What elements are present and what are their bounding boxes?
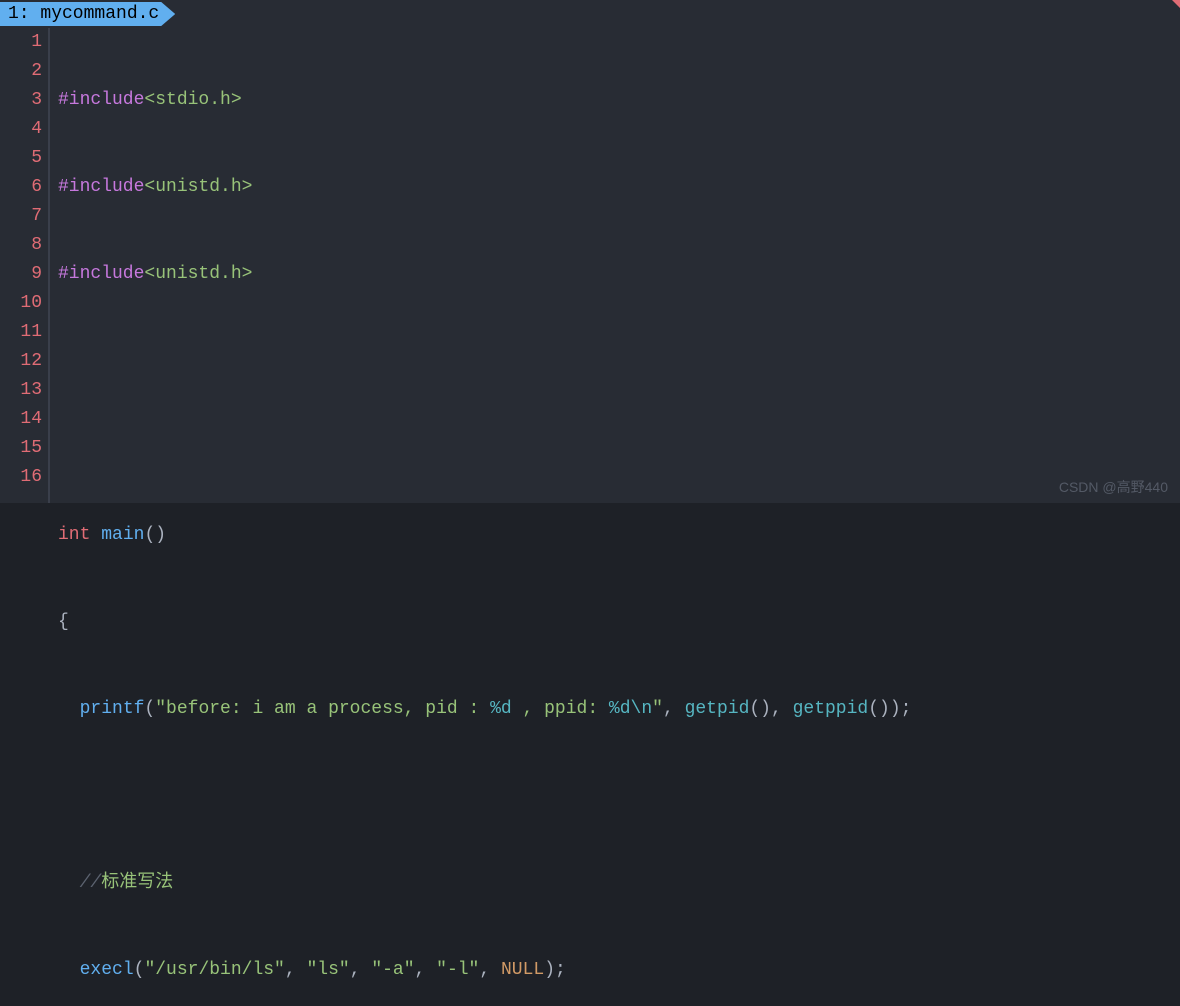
- code-line[interactable]: execl("/usr/bin/ls", "ls", "-a", "-l", N…: [58, 956, 1180, 985]
- escape-seq: \n: [631, 699, 653, 719]
- code-line[interactable]: [58, 347, 1180, 376]
- code-line[interactable]: #include<stdio.h>: [58, 86, 1180, 115]
- function-call: getppid: [793, 699, 869, 719]
- separator: ,: [479, 960, 501, 980]
- code-line[interactable]: [58, 434, 1180, 463]
- header-include: <stdio.h>: [144, 90, 241, 110]
- function-name: main: [101, 525, 144, 545]
- separator: ,: [663, 699, 685, 719]
- code-line[interactable]: #include<unistd.h>: [58, 260, 1180, 289]
- string-literal: , ppid:: [512, 699, 609, 719]
- code-line[interactable]: {: [58, 608, 1180, 637]
- paren-open: (: [134, 960, 145, 980]
- brace: {: [58, 612, 69, 632]
- editor: 1 2 3 4 5 6 7 8 9 10 11 12 13 14 15 16 #…: [0, 28, 1180, 503]
- line-number: 11: [0, 318, 42, 347]
- corner-marker-icon: [1172, 0, 1180, 8]
- paren-close: );: [544, 960, 566, 980]
- null-constant: NULL: [501, 960, 544, 980]
- string-literal: "-a": [371, 960, 414, 980]
- paren-open: (: [144, 699, 155, 719]
- line-number: 1: [0, 28, 42, 57]
- line-number: 15: [0, 434, 42, 463]
- function-call: printf: [80, 699, 145, 719]
- indent: [58, 699, 80, 719]
- separator: ,: [771, 699, 793, 719]
- line-number: 3: [0, 86, 42, 115]
- separator: ,: [350, 960, 372, 980]
- separator: ,: [285, 960, 307, 980]
- line-number-gutter: 1 2 3 4 5 6 7 8 9 10 11 12 13 14 15 16: [0, 28, 48, 503]
- header-include: <unistd.h>: [144, 177, 252, 197]
- separator: ,: [415, 960, 437, 980]
- line-number: 7: [0, 202, 42, 231]
- file-tab[interactable]: 1: mycommand.c: [0, 2, 175, 26]
- header-include: <unistd.h>: [144, 264, 252, 284]
- string-literal: "ls": [306, 960, 349, 980]
- format-spec: %d: [490, 699, 512, 719]
- line-number: 14: [0, 405, 42, 434]
- line-number: 16: [0, 463, 42, 492]
- code-line[interactable]: //标准写法: [58, 869, 1180, 898]
- preproc-keyword: #include: [58, 264, 144, 284]
- function-call: getpid: [685, 699, 750, 719]
- indent: [58, 960, 80, 980]
- tab-bar: 1: mycommand.c: [0, 0, 1180, 28]
- string-literal: "/usr/bin/ls": [144, 960, 284, 980]
- parentheses: (): [868, 699, 890, 719]
- line-number: 6: [0, 173, 42, 202]
- type-keyword: int: [58, 525, 90, 545]
- preproc-keyword: #include: [58, 90, 144, 110]
- code-line[interactable]: #include<unistd.h>: [58, 173, 1180, 202]
- line-number: 2: [0, 57, 42, 86]
- parentheses: (): [144, 525, 166, 545]
- preproc-keyword: #include: [58, 177, 144, 197]
- code-line[interactable]: printf("before: i am a process, pid : %d…: [58, 695, 1180, 724]
- line-number: 13: [0, 376, 42, 405]
- code-line[interactable]: [58, 782, 1180, 811]
- code-line[interactable]: int main(): [58, 521, 1180, 550]
- format-spec: %d: [609, 699, 631, 719]
- line-number: 8: [0, 231, 42, 260]
- comment-marker: //: [80, 873, 102, 893]
- string-literal: "before: i am a process, pid :: [155, 699, 490, 719]
- string-end: ": [652, 699, 663, 719]
- function-call: execl: [80, 960, 134, 980]
- line-number: 4: [0, 115, 42, 144]
- parentheses: (): [749, 699, 771, 719]
- string-literal: "-l": [436, 960, 479, 980]
- line-number: 9: [0, 260, 42, 289]
- indent: [58, 873, 80, 893]
- paren-close: );: [890, 699, 912, 719]
- line-number: 12: [0, 347, 42, 376]
- comment-text: 标准写法: [101, 873, 173, 893]
- line-number: 5: [0, 144, 42, 173]
- watermark-text: CSDN @高野440: [1059, 477, 1168, 497]
- code-area[interactable]: #include<stdio.h> #include<unistd.h> #in…: [48, 28, 1180, 503]
- line-number: 10: [0, 289, 42, 318]
